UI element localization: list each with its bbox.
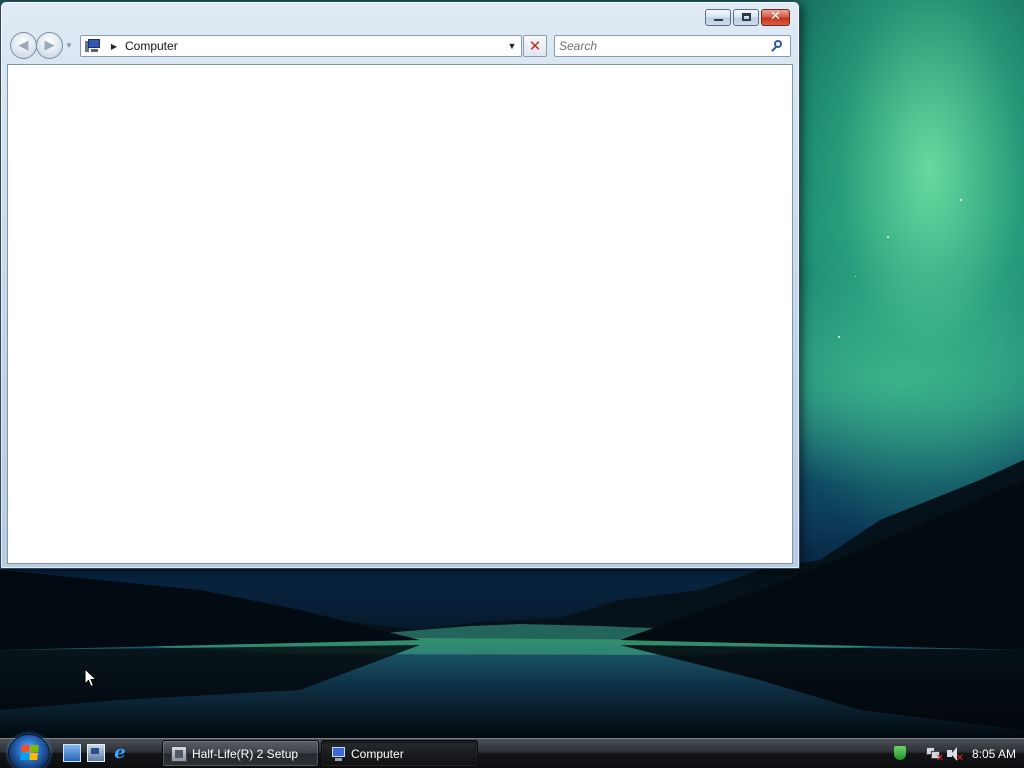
back-button[interactable]: ◀ <box>10 32 37 59</box>
star <box>855 276 856 277</box>
system-tray: ✕ ✕ 8:05 AM <box>884 739 1024 768</box>
caption-buttons: ✕ <box>705 9 790 26</box>
network-disconnected-icon[interactable]: ✕ <box>926 746 944 764</box>
star <box>960 199 962 201</box>
taskbar <box>0 738 1024 768</box>
search-box[interactable] <box>554 35 791 57</box>
minimize-icon <box>714 19 723 21</box>
maximize-icon <box>742 13 751 21</box>
address-bar[interactable]: ▶ Computer ▼ <box>80 35 522 57</box>
ie-icon[interactable]: e <box>111 744 129 762</box>
breadcrumb-computer[interactable]: Computer <box>125 39 503 53</box>
taskbar-button-label: Computer <box>351 746 404 761</box>
windows-flag-icon <box>20 745 40 761</box>
navigation-buttons: ◀ ▶ ▼ <box>10 32 74 59</box>
minimize-button[interactable] <box>705 9 731 26</box>
switch-windows-icon[interactable] <box>87 744 105 762</box>
recent-pages-dropdown[interactable]: ▼ <box>64 41 74 50</box>
star <box>838 336 840 338</box>
content-pane[interactable] <box>7 64 793 564</box>
start-button[interactable] <box>8 734 50 768</box>
search-input[interactable] <box>559 38 759 54</box>
computer-icon <box>330 746 346 762</box>
forward-arrow-icon: ▶ <box>44 37 55 52</box>
mouse-pointer-icon <box>84 668 98 688</box>
explorer-window[interactable]: ✕ ◀ ▶ ▼ ▶ Computer ▼ ✕ <box>0 1 800 569</box>
stop-button[interactable]: ✕ <box>523 35 547 57</box>
taskbar-button-computer[interactable]: Computer <box>321 740 478 767</box>
breadcrumb-arrow-icon[interactable]: ▶ <box>107 42 121 51</box>
maximize-button[interactable] <box>733 9 759 26</box>
volume-muted-icon[interactable]: ✕ <box>946 746 964 764</box>
forward-button[interactable]: ▶ <box>36 32 63 59</box>
close-icon: ✕ <box>770 9 781 24</box>
clock[interactable]: 8:05 AM <box>972 747 1016 761</box>
quick-launch: e <box>63 744 129 762</box>
star <box>887 236 889 238</box>
setup-icon <box>171 745 187 762</box>
address-dropdown-button[interactable]: ▼ <box>503 41 521 51</box>
security-shield-icon[interactable] <box>892 745 908 762</box>
taskbar-button-half-life-setup[interactable]: Half-Life(R) 2 Setup <box>162 740 319 767</box>
taskbar-button-label: Half-Life(R) 2 Setup <box>192 746 299 761</box>
search-icon[interactable] <box>770 39 784 53</box>
computer-icon <box>85 39 103 53</box>
close-button[interactable]: ✕ <box>761 9 790 26</box>
show-desktop-icon[interactable] <box>63 744 81 762</box>
back-arrow-icon: ◀ <box>18 37 29 52</box>
